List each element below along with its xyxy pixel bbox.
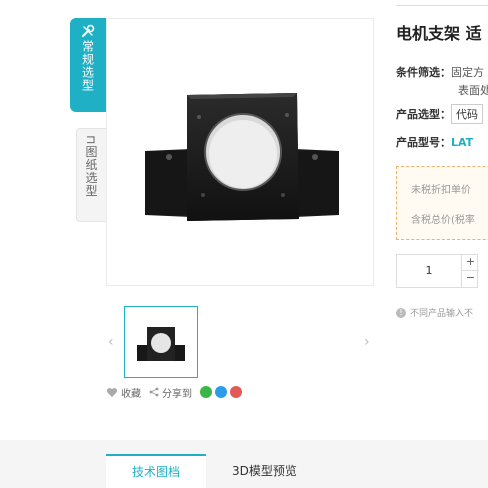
thumbnail-bracket-image xyxy=(137,327,185,361)
favorite-label: 收藏 xyxy=(121,388,141,400)
condition-filter-value-2[interactable]: 表面处 xyxy=(458,84,488,97)
product-model-value: LAT xyxy=(451,136,474,149)
share-label: 分享到 xyxy=(162,388,192,400)
product-select-box[interactable]: 代码 xyxy=(451,104,483,124)
share-button[interactable]: 分享到 xyxy=(149,385,192,400)
condition-filter-value-1[interactable]: 固定方 xyxy=(451,66,484,79)
condition-filter-row-2: 表面处 xyxy=(458,82,488,98)
motor-bracket-image xyxy=(145,93,339,221)
price-box: 未税折扣单价 含税总价(税率 xyxy=(396,166,488,240)
notice-text: 不同产品输入不 xyxy=(410,309,474,319)
product-model-label: 产品型号： xyxy=(396,136,451,149)
detail-tabs: 技术图档 3D模型预览 xyxy=(106,454,323,488)
quantity-stepper: 1 + − xyxy=(396,254,479,288)
product-select-row: 产品选型： 代码 xyxy=(396,104,483,124)
drawing-tab-icon: ⊓ xyxy=(84,135,98,146)
thumbnail-item[interactable] xyxy=(124,306,198,378)
wrench-icon xyxy=(82,24,95,37)
thumb-next-arrow[interactable]: › xyxy=(364,334,370,350)
input-notice: ! 不同产品输入不 xyxy=(396,306,473,319)
main-product-image[interactable] xyxy=(106,18,374,286)
tab-regular-selection[interactable]: 常规选型 xyxy=(70,18,106,112)
tab-drawing-selection[interactable]: ⊓图纸选型 xyxy=(76,128,106,222)
quantity-minus-button[interactable]: − xyxy=(461,271,479,287)
quantity-input[interactable]: 1 xyxy=(397,255,461,287)
thumbnail-strip: ‹ › xyxy=(106,306,374,380)
info-icon: ! xyxy=(396,307,406,318)
qq-icon[interactable] xyxy=(215,386,227,398)
tab-drawing-label: ⊓图纸选型 xyxy=(84,135,98,198)
product-title: 电机支架 适 xyxy=(396,24,482,43)
tab-3d-preview[interactable]: 3D模型预览 xyxy=(206,454,323,488)
tab-regular-label: 常规选型 xyxy=(80,40,95,92)
top-box-edge xyxy=(396,0,488,6)
product-model-row: 产品型号：LAT xyxy=(396,134,473,150)
favorite-button[interactable]: 收藏 xyxy=(106,385,141,400)
wechat-icon[interactable] xyxy=(200,386,212,398)
thumb-prev-arrow[interactable]: ‹ xyxy=(108,334,114,350)
condition-filter-row: 条件筛选：固定方 xyxy=(396,64,484,80)
social-actions: 收藏 分享到 xyxy=(106,384,245,400)
quantity-plus-button[interactable]: + xyxy=(461,255,479,271)
tab-tech-drawing[interactable]: 技术图档 xyxy=(106,454,207,488)
taxed-price-label: 含税总价(税率 xyxy=(411,215,475,226)
heart-icon xyxy=(106,387,118,397)
condition-filter-label: 条件筛选： xyxy=(396,66,451,79)
share-icon xyxy=(149,387,159,397)
weibo-icon[interactable] xyxy=(230,386,242,398)
product-info-panel: 电机支架 适 条件筛选：固定方 表面处 产品选型： 代码 产品型号：LAT 未税折… xyxy=(396,0,488,440)
untaxed-price-label: 未税折扣单价 xyxy=(411,185,471,196)
product-select-label: 产品选型： xyxy=(396,108,451,121)
